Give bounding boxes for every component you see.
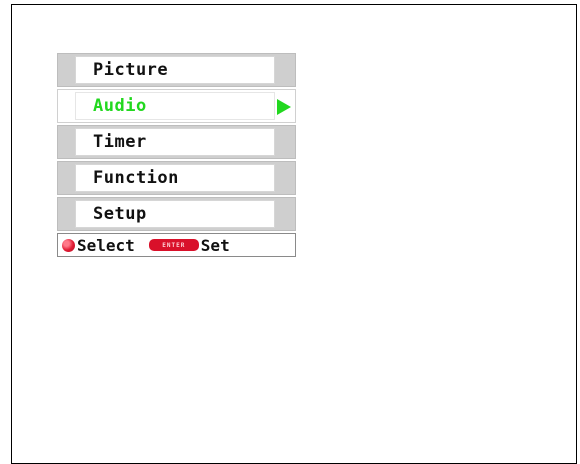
menu-item-picture[interactable]: Picture xyxy=(57,53,296,87)
red-ball-icon xyxy=(62,238,75,252)
menu-item-label: Function xyxy=(75,164,275,192)
menu-item-label: Audio xyxy=(75,92,275,120)
menu-item-audio[interactable]: Audio xyxy=(57,89,296,123)
menu-item-label: Picture xyxy=(75,56,275,84)
menu-item-label: Timer xyxy=(75,128,275,156)
green-right-arrow-icon xyxy=(277,99,291,115)
enter-key-icon: ENTER xyxy=(148,239,199,251)
menu-help-bar: Select ENTER Set xyxy=(57,233,296,257)
select-hint-label: Select xyxy=(77,235,135,255)
set-hint-label: Set xyxy=(200,235,230,255)
menu-item-setup[interactable]: Setup xyxy=(57,197,296,231)
menu-item-label: Setup xyxy=(75,200,275,228)
menu-item-function[interactable]: Function xyxy=(57,161,296,195)
osd-main-menu: Picture Audio Timer Function Setup Selec… xyxy=(57,53,296,257)
menu-item-timer[interactable]: Timer xyxy=(57,125,296,159)
